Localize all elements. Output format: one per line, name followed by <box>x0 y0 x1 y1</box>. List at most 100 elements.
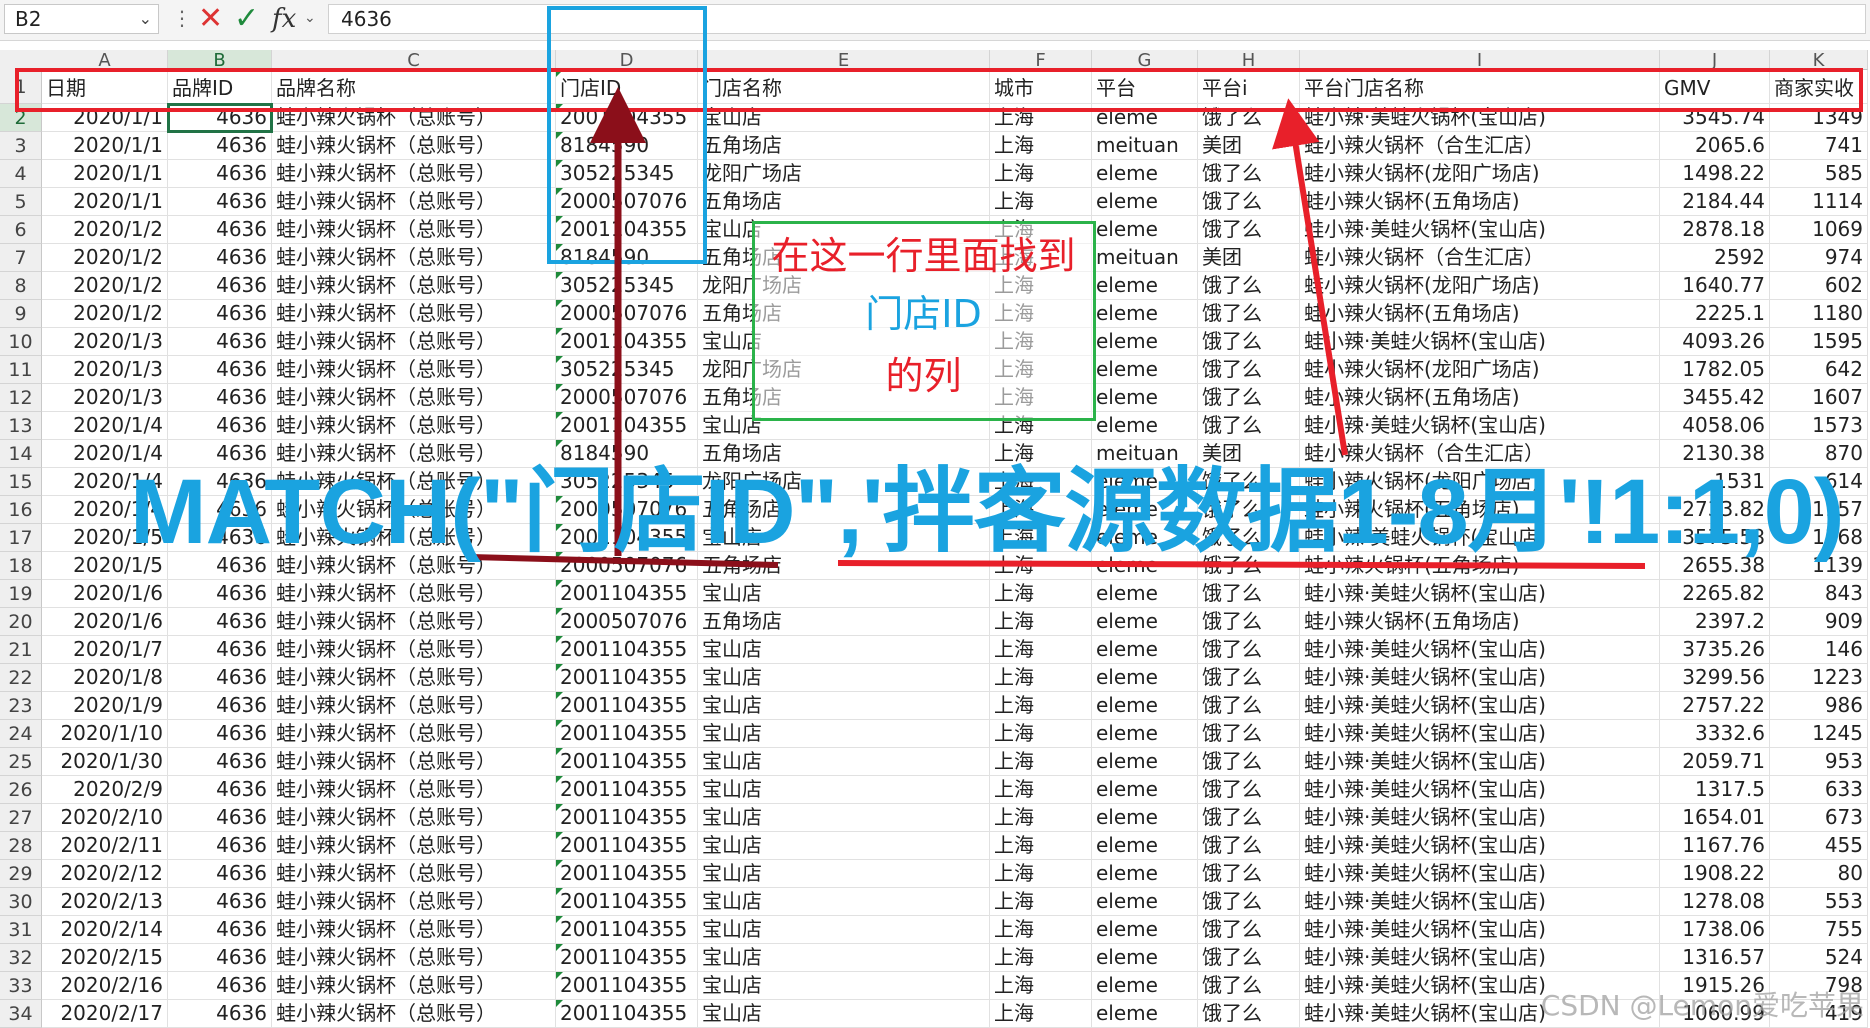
data-cell[interactable]: 585 <box>1770 160 1868 188</box>
data-cell[interactable]: 2020/1/3 <box>42 356 168 384</box>
data-cell[interactable]: eleme <box>1092 692 1198 720</box>
data-cell[interactable]: 1278.08 <box>1660 888 1770 916</box>
function-fx-icon[interactable]: fx <box>272 2 296 36</box>
data-cell[interactable]: 宝山店 <box>698 636 990 664</box>
data-cell[interactable]: 蛙小辣火锅杯（总账号） <box>272 776 556 804</box>
column-header-G[interactable]: G <box>1092 50 1198 70</box>
row-header[interactable]: 10 <box>0 328 42 356</box>
data-cell[interactable]: 上海 <box>990 916 1092 944</box>
data-cell[interactable]: 4636 <box>168 664 272 692</box>
data-cell[interactable]: 蛙小辣火锅杯（总账号） <box>272 972 556 1000</box>
data-cell[interactable]: 2020/1/6 <box>42 580 168 608</box>
data-cell[interactable]: 宝山店 <box>698 748 990 776</box>
row-header[interactable]: 20 <box>0 608 42 636</box>
data-cell[interactable]: 2878.18 <box>1660 216 1770 244</box>
data-cell[interactable]: 宝山店 <box>698 944 990 972</box>
row-header[interactable]: 33 <box>0 972 42 1000</box>
data-cell[interactable]: 上海 <box>990 888 1092 916</box>
data-cell[interactable]: 3299.56 <box>1660 664 1770 692</box>
column-header-J[interactable]: J <box>1660 50 1770 70</box>
data-cell[interactable]: 宝山店 <box>698 692 990 720</box>
data-cell[interactable]: eleme <box>1092 804 1198 832</box>
data-cell[interactable]: 蛙小辣火锅杯（总账号） <box>272 916 556 944</box>
data-cell[interactable]: 2001104355 <box>556 888 698 916</box>
header-cell[interactable]: 平台 <box>1092 70 1198 104</box>
data-cell[interactable]: 蛙小辣·美蛙火锅杯(宝山店) <box>1300 748 1660 776</box>
data-cell[interactable]: 2001104355 <box>556 636 698 664</box>
data-cell[interactable]: 饿了么 <box>1198 776 1300 804</box>
data-cell[interactable]: 4636 <box>168 720 272 748</box>
data-cell[interactable]: 3455.42 <box>1660 384 1770 412</box>
chevron-down-icon[interactable]: ⌄ <box>139 5 152 33</box>
data-cell[interactable]: 蛙小辣火锅杯（总账号） <box>272 188 556 216</box>
data-cell[interactable]: 2001104355 <box>556 860 698 888</box>
data-cell[interactable]: 1316.57 <box>1660 944 1770 972</box>
row-header[interactable]: 32 <box>0 944 42 972</box>
data-cell[interactable]: 蛙小辣火锅杯（合生汇店） <box>1300 132 1660 160</box>
data-cell[interactable]: 蛙小辣·美蛙火锅杯(宝山店) <box>1300 832 1660 860</box>
data-cell[interactable]: 饿了么 <box>1198 972 1300 1000</box>
data-cell[interactable]: meituan <box>1092 132 1198 160</box>
data-cell[interactable]: 524 <box>1770 944 1868 972</box>
data-cell[interactable]: 2001104355 <box>556 776 698 804</box>
header-cell[interactable]: 平台i <box>1198 70 1300 104</box>
header-cell[interactable]: 门店名称 <box>698 70 990 104</box>
row-header[interactable]: 14 <box>0 440 42 468</box>
data-cell[interactable]: 2020/1/8 <box>42 664 168 692</box>
data-cell[interactable]: eleme <box>1092 1000 1198 1028</box>
data-cell[interactable]: 2020/1/7 <box>42 636 168 664</box>
data-cell[interactable]: 2000507076 <box>556 300 698 328</box>
column-header-C[interactable]: C <box>272 50 556 70</box>
data-cell[interactable]: 4058.06 <box>1660 412 1770 440</box>
data-cell[interactable]: eleme <box>1092 944 1198 972</box>
data-cell[interactable]: 909 <box>1770 608 1868 636</box>
data-cell[interactable]: 上海 <box>990 944 1092 972</box>
row-header[interactable]: 25 <box>0 748 42 776</box>
row-header[interactable]: 2 <box>0 104 42 132</box>
data-cell[interactable]: 2592 <box>1660 244 1770 272</box>
more-icon[interactable]: ⋮ <box>172 6 192 30</box>
data-cell[interactable]: 755 <box>1770 916 1868 944</box>
row-header[interactable]: 16 <box>0 496 42 524</box>
header-cell[interactable]: 平台门店名称 <box>1300 70 1660 104</box>
data-cell[interactable]: 饿了么 <box>1198 412 1300 440</box>
data-cell[interactable]: eleme <box>1092 776 1198 804</box>
row-header[interactable]: 7 <box>0 244 42 272</box>
header-cell[interactable]: 品牌ID <box>168 70 272 104</box>
column-header-H[interactable]: H <box>1198 50 1300 70</box>
data-cell[interactable]: 4636 <box>168 244 272 272</box>
data-cell[interactable]: 1498.22 <box>1660 160 1770 188</box>
data-cell[interactable]: 2265.82 <box>1660 580 1770 608</box>
data-cell[interactable]: 蛙小辣火锅杯(五角场店) <box>1300 608 1660 636</box>
data-cell[interactable]: 宝山店 <box>698 888 990 916</box>
data-cell[interactable]: 蛙小辣火锅杯(五角场店) <box>1300 384 1660 412</box>
data-cell[interactable]: 2020/1/10 <box>42 720 168 748</box>
data-cell[interactable]: 4093.26 <box>1660 328 1770 356</box>
data-cell[interactable]: 美团 <box>1198 244 1300 272</box>
data-cell[interactable]: 蛙小辣·美蛙火锅杯(宝山店) <box>1300 636 1660 664</box>
column-header-D[interactable]: D <box>556 50 698 70</box>
data-cell[interactable]: 蛙小辣·美蛙火锅杯(宝山店) <box>1300 916 1660 944</box>
data-cell[interactable]: 饿了么 <box>1198 328 1300 356</box>
data-cell[interactable]: 2020/2/13 <box>42 888 168 916</box>
row-header[interactable]: 4 <box>0 160 42 188</box>
data-cell[interactable]: 上海 <box>990 580 1092 608</box>
row-header[interactable]: 1 <box>0 70 42 104</box>
data-cell[interactable]: 蛙小辣火锅杯(五角场店) <box>1300 188 1660 216</box>
data-cell[interactable]: 饿了么 <box>1198 580 1300 608</box>
data-cell[interactable]: 蛙小辣·美蛙火锅杯(宝山店) <box>1300 944 1660 972</box>
data-cell[interactable]: 3545.74 <box>1660 104 1770 132</box>
data-cell[interactable]: 蛙小辣火锅杯（合生汇店） <box>1300 244 1660 272</box>
data-cell[interactable]: 146 <box>1770 636 1868 664</box>
data-cell[interactable]: 2001104355 <box>556 916 698 944</box>
data-cell[interactable]: 1595 <box>1770 328 1868 356</box>
data-cell[interactable]: 上海 <box>990 160 1092 188</box>
data-cell[interactable]: eleme <box>1092 748 1198 776</box>
data-cell[interactable]: 4636 <box>168 384 272 412</box>
data-cell[interactable]: 633 <box>1770 776 1868 804</box>
data-cell[interactable]: meituan <box>1092 244 1198 272</box>
data-cell[interactable]: eleme <box>1092 860 1198 888</box>
data-cell[interactable]: 蛙小辣·美蛙火锅杯(宝山店) <box>1300 720 1660 748</box>
header-cell[interactable]: 门店ID <box>556 70 698 104</box>
data-cell[interactable]: 2000507076 <box>556 608 698 636</box>
